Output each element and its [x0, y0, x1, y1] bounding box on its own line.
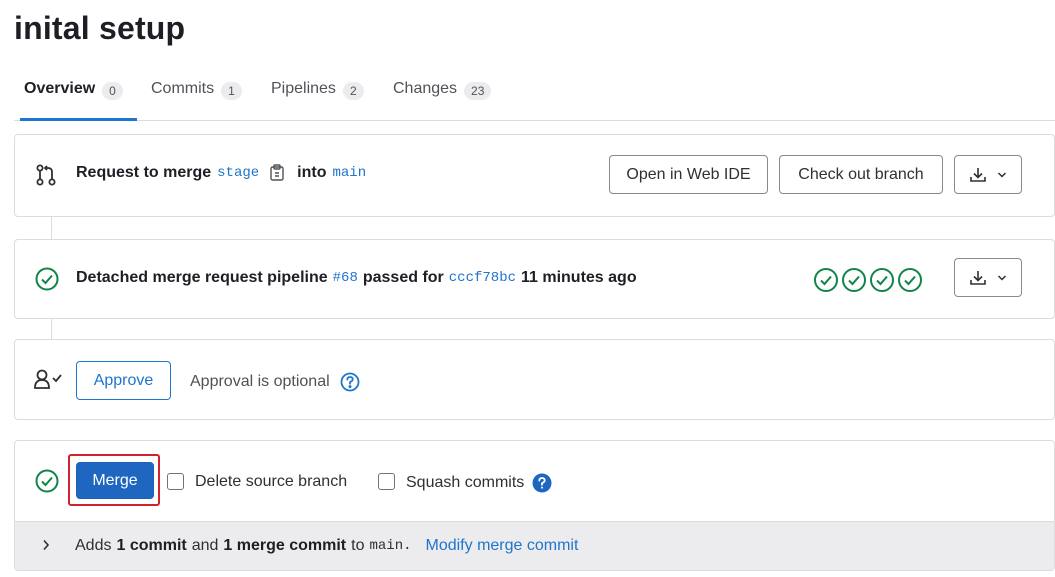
count-badge: 23 [464, 82, 492, 100]
count-badge: 2 [342, 82, 364, 100]
squash-help-icon[interactable] [532, 473, 552, 493]
adds-text: Adds [75, 537, 112, 554]
merge-details-footer: Adds 1 commit and 1 merge commit to main… [15, 521, 1054, 570]
pipeline-success-icon[interactable] [35, 267, 59, 291]
merge-request-icon [33, 162, 59, 188]
commit-sha-link[interactable]: cccf78bc [449, 270, 516, 286]
approval-status-text: Approval is optional [190, 373, 330, 390]
chevron-right-icon[interactable] [42, 539, 50, 551]
pipeline-time: 11 minutes ago [521, 269, 637, 286]
timeline-connector [51, 217, 52, 239]
merge-commit-count: 1 merge commit [223, 537, 347, 554]
merge-request-prefix: Request to merge [76, 164, 212, 181]
chevron-down-icon [997, 274, 1007, 282]
delete-source-branch-checkbox[interactable] [167, 473, 184, 490]
delete-source-branch-label[interactable]: Delete source branch [195, 473, 347, 491]
chevron-down-icon [997, 171, 1007, 179]
merge-request-summary: Request to merge stage into main [76, 164, 366, 182]
page-title: inital setup [14, 10, 186, 46]
pipeline-label: Detached merge request pipeline [76, 269, 328, 286]
into-label: into [297, 164, 327, 181]
modify-merge-commit-link[interactable]: Modify merge commit [426, 537, 579, 555]
target-branch-link[interactable]: main [332, 165, 366, 181]
tab-overview[interactable]: Overview 0 [20, 74, 137, 121]
download-icon [969, 269, 987, 287]
target-branch: main. [369, 538, 412, 554]
open-web-ide-button[interactable]: Open in Web IDE [609, 155, 768, 194]
tab-label: Changes [393, 80, 458, 97]
tab-changes[interactable]: Changes 23 [393, 74, 492, 120]
pipeline-stages [813, 267, 923, 293]
ready-to-merge-icon [35, 469, 59, 493]
stage-success-icon[interactable] [841, 267, 867, 293]
approve-button[interactable]: Approve [76, 361, 171, 400]
pipeline-id-link[interactable]: #68 [333, 270, 358, 286]
merge-button[interactable]: Merge [76, 462, 154, 499]
count-badge: 1 [221, 82, 242, 100]
merge-commit-summary: Adds 1 commit and 1 merge commit to main… [75, 537, 578, 555]
mr-tabs: Overview 0 Commits 1 Pipelines 2 Changes… [14, 74, 1055, 121]
to-text: to [351, 537, 365, 554]
squash-commits-checkbox[interactable] [378, 473, 395, 490]
tab-label: Pipelines [271, 80, 336, 97]
stage-success-icon[interactable] [869, 267, 895, 293]
tab-label: Commits [151, 80, 215, 97]
squash-commits-group: Squash commits [406, 473, 552, 493]
stage-success-icon[interactable] [813, 267, 839, 293]
source-branch-link[interactable]: stage [217, 165, 259, 181]
copy-branch-icon[interactable] [269, 164, 285, 182]
tab-pipelines[interactable]: Pipelines 2 [271, 74, 364, 120]
squash-commits-label[interactable]: Squash commits [406, 474, 524, 492]
pipeline-passed-label: passed for [362, 269, 444, 286]
pipeline-status-text: Detached merge request pipeline #68 pass… [76, 269, 637, 287]
stage-success-icon[interactable] [897, 267, 923, 293]
timeline-connector [51, 319, 52, 339]
check-out-branch-button[interactable]: Check out branch [779, 155, 943, 194]
help-icon[interactable] [340, 372, 360, 392]
download-icon [969, 166, 987, 184]
and-text: and [191, 537, 219, 554]
artifacts-dropdown-button[interactable] [954, 258, 1022, 297]
download-dropdown-button[interactable] [954, 155, 1022, 194]
approval-icon [33, 368, 65, 392]
tab-label: Overview [24, 80, 96, 97]
tab-commits[interactable]: Commits 1 [151, 74, 242, 120]
count-badge: 0 [102, 82, 123, 100]
commit-count: 1 commit [116, 537, 187, 554]
approval-status: Approval is optional [190, 372, 360, 392]
